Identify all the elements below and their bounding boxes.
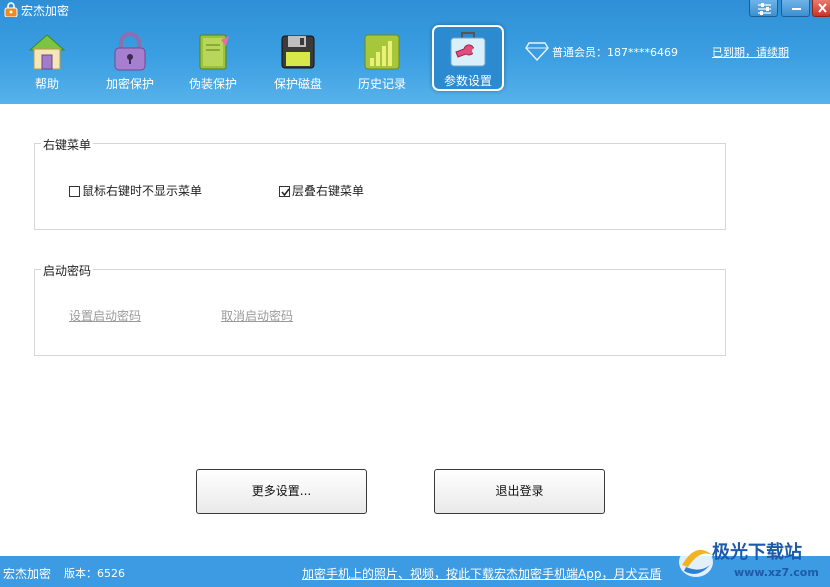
- settings-window-button[interactable]: [749, 0, 778, 17]
- checkmark-icon: [281, 188, 290, 197]
- cascade-menu-checkbox-box[interactable]: [279, 186, 290, 197]
- nav-encrypt-label: 加密保护: [105, 77, 154, 91]
- nav-protect-disk[interactable]: 保护磁盘: [262, 28, 334, 94]
- statusbar-app-name: 宏杰加密: [3, 567, 52, 581]
- watermark-url: www.xz7.com: [734, 566, 819, 579]
- close-icon: [818, 3, 827, 13]
- startup-password-group-title: 启动密码: [41, 262, 94, 279]
- context-menu-group-title: 右键菜单: [41, 136, 94, 153]
- home-icon: [28, 34, 66, 70]
- nav-history[interactable]: 历史记录: [346, 28, 418, 94]
- more-settings-button[interactable]: 更多设置...: [196, 469, 367, 514]
- nav-help-label: 帮助: [34, 77, 59, 91]
- nav-help[interactable]: 帮助: [11, 28, 83, 94]
- context-menu-group: 右键菜单 鼠标右键时不显示菜单 层叠右键菜单: [34, 136, 726, 230]
- renew-link[interactable]: 已到期，请续期: [712, 44, 789, 60]
- set-startup-password-link[interactable]: 设置启动密码: [69, 307, 141, 324]
- cascade-menu-checkbox[interactable]: 层叠右键菜单: [279, 182, 364, 199]
- title-bar: 宏杰加密: [0, 0, 830, 20]
- mobile-app-promo-link[interactable]: 加密手机上的照片、视频，按此下载宏杰加密手机端App，月犬云盾: [302, 565, 661, 582]
- nav-disguise-label: 伪装保护: [188, 77, 237, 91]
- app-title: 宏杰加密: [21, 4, 70, 18]
- cascade-menu-checkbox-label: 层叠右键菜单: [292, 184, 365, 198]
- close-button[interactable]: [812, 0, 830, 17]
- watermark-text: 极光下载站: [712, 542, 802, 563]
- logout-button[interactable]: 退出登录: [434, 469, 605, 514]
- floppy-disk-icon: [281, 35, 315, 69]
- nav-disguise-protect[interactable]: 伪装保护: [177, 28, 249, 94]
- nav-settings-label: 参数设置: [443, 74, 492, 88]
- minimize-icon: [792, 8, 801, 10]
- hide-menu-checkbox[interactable]: 鼠标右键时不显示菜单: [69, 182, 202, 199]
- member-status: 普通会员：187****6469: [552, 46, 678, 59]
- history-icon: [364, 34, 400, 70]
- lock-icon: [114, 32, 146, 71]
- app-lock-icon: [4, 2, 18, 17]
- cancel-startup-password-link[interactable]: 取消启动密码: [221, 307, 293, 324]
- toolbox-icon: [450, 32, 486, 67]
- header-bar: 宏杰加密 帮助 加密保护 伪装保护 保护磁盘 历史记录 参数设置 普通会员：18…: [0, 0, 830, 104]
- nav-disk-label: 保护磁盘: [273, 77, 322, 91]
- diamond-icon: [525, 42, 549, 61]
- statusbar-version: 版本：6526: [64, 567, 125, 580]
- notebook-icon: [199, 34, 229, 70]
- hide-menu-checkbox-label: 鼠标右键时不显示菜单: [82, 184, 203, 198]
- nav-history-label: 历史记录: [357, 77, 406, 91]
- sliders-icon: [758, 3, 771, 15]
- nav-encrypt-protect[interactable]: 加密保护: [94, 28, 166, 94]
- startup-password-group: 启动密码 设置启动密码 取消启动密码: [34, 262, 726, 356]
- hide-menu-checkbox-box[interactable]: [69, 186, 80, 197]
- nav-settings[interactable]: 参数设置: [432, 25, 504, 91]
- minimize-button[interactable]: [781, 0, 810, 17]
